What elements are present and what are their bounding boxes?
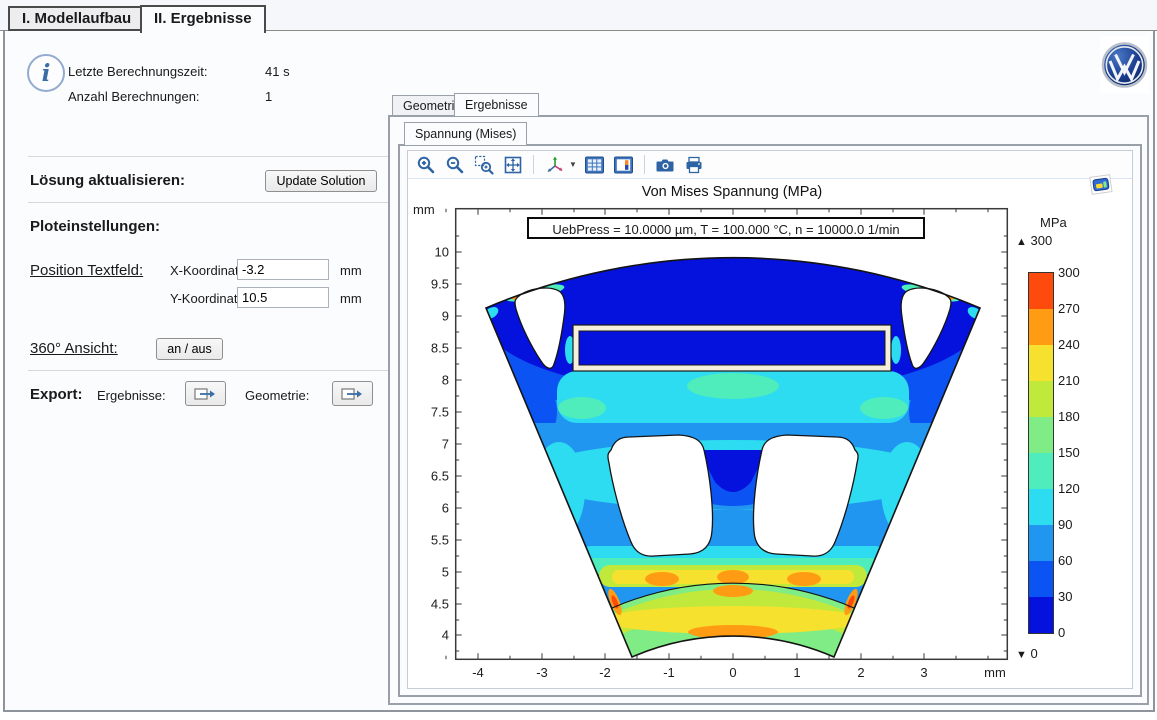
color-band xyxy=(1029,489,1053,525)
y-axis-unit: mm xyxy=(413,202,435,217)
triangle-up-icon: ▲ xyxy=(1016,236,1027,248)
zoom-out-icon[interactable] xyxy=(443,153,466,176)
export-geometry-label: Geometrie: xyxy=(245,388,309,403)
legend-tick: 210 xyxy=(1058,373,1080,388)
export-icon xyxy=(341,386,365,402)
export-results-label: Ergebnisse: xyxy=(97,388,166,403)
svg-text:4: 4 xyxy=(442,628,449,643)
legend-tick: 270 xyxy=(1058,301,1080,316)
legend-tick: 90 xyxy=(1058,517,1072,532)
svg-text:6.5: 6.5 xyxy=(431,469,449,484)
print-icon[interactable] xyxy=(683,153,706,176)
svg-text:7: 7 xyxy=(442,437,449,452)
svg-text:9.5: 9.5 xyxy=(431,277,449,292)
divider xyxy=(28,202,390,203)
vw-logo xyxy=(1100,36,1149,93)
calc-time-value: 41 s xyxy=(265,64,290,79)
zoom-extents-icon[interactable] xyxy=(501,153,524,176)
y-coordinate-input[interactable] xyxy=(237,287,329,308)
x-unit-label: mm xyxy=(340,263,362,278)
go-to-view-icon[interactable] xyxy=(543,153,566,176)
plot-settings-heading: Ploteinstellungen: xyxy=(30,218,160,235)
info-icon: i xyxy=(27,54,65,92)
legend-tick: 180 xyxy=(1058,409,1080,424)
calc-count-label: Anzahl Berechnungen: xyxy=(68,89,200,104)
zoom-box-icon[interactable] xyxy=(472,153,495,176)
svg-text:-2: -2 xyxy=(599,665,611,680)
legend-tick: 120 xyxy=(1058,481,1080,496)
toolbar-separator xyxy=(533,155,534,174)
application-window: I. Modellaufbau II. Ergebnisse i Letzte … xyxy=(0,0,1157,720)
color-band xyxy=(1029,561,1053,597)
legend-unit: MPa xyxy=(1040,215,1067,230)
color-band xyxy=(1029,345,1053,381)
calc-time-label: Letzte Berechnungszeit: xyxy=(68,64,207,79)
main-tab-strip: I. Modellaufbau II. Ergebnisse xyxy=(0,0,1157,31)
view-360-toggle-button[interactable]: an / aus xyxy=(156,338,223,360)
plot-annotation: UebPress = 10.0000 µm, T = 100.000 °C, n… xyxy=(527,217,925,239)
legend-tick: 300 xyxy=(1058,265,1080,280)
tab-ergebnisse-plot[interactable]: Ergebnisse xyxy=(454,93,539,116)
svg-text:3: 3 xyxy=(920,665,927,680)
color-band xyxy=(1029,453,1053,489)
color-band xyxy=(1029,381,1053,417)
triangle-down-icon: ▼ xyxy=(1016,649,1027,661)
svg-text:8.5: 8.5 xyxy=(431,341,449,356)
svg-text:9: 9 xyxy=(442,309,449,324)
legend-tick: 240 xyxy=(1058,337,1080,352)
export-geometry-button[interactable] xyxy=(332,381,373,406)
svg-text:1: 1 xyxy=(793,665,800,680)
color-band xyxy=(1029,525,1053,561)
svg-text:8: 8 xyxy=(442,373,449,388)
magnet-slot xyxy=(573,325,891,371)
legend-tick: 30 xyxy=(1058,589,1072,604)
x-axis-unit: mm xyxy=(984,665,1006,680)
zoom-in-icon[interactable] xyxy=(414,153,437,176)
export-icon xyxy=(194,386,218,402)
export-heading: Export: xyxy=(30,386,83,403)
plot-thumbnail-icon[interactable] xyxy=(1088,172,1114,203)
legend-tick: 60 xyxy=(1058,553,1072,568)
svg-text:-4: -4 xyxy=(472,665,484,680)
svg-text:2: 2 xyxy=(857,665,864,680)
position-textfield-label: Position Textfeld: xyxy=(30,262,143,279)
svg-text:0: 0 xyxy=(729,665,736,680)
view-360-label: 360° Ansicht: xyxy=(30,340,118,357)
tab-spannung-mises[interactable]: Spannung (Mises) xyxy=(404,122,527,145)
svg-text:-3: -3 xyxy=(536,665,548,680)
calc-count-value: 1 xyxy=(265,89,272,104)
legend-tick: 150 xyxy=(1058,445,1080,460)
toolbar-separator xyxy=(644,155,645,174)
color-legend-icon[interactable] xyxy=(612,153,635,176)
export-results-button[interactable] xyxy=(185,381,226,406)
svg-text:5.5: 5.5 xyxy=(431,533,449,548)
graphics-toolbar: ▼ xyxy=(408,151,1132,179)
tab-ergebnisse[interactable]: II. Ergebnisse xyxy=(140,5,266,33)
x-coordinate-input[interactable] xyxy=(237,259,329,280)
svg-text:10: 10 xyxy=(435,245,449,260)
color-band xyxy=(1029,273,1053,309)
y-unit-label: mm xyxy=(340,291,362,306)
tab-modellaufbau[interactable]: I. Modellaufbau xyxy=(8,6,145,31)
update-solution-button[interactable]: Update Solution xyxy=(265,170,377,192)
snapshot-icon[interactable] xyxy=(654,153,677,176)
color-band xyxy=(1029,597,1053,633)
update-solution-label: Lösung aktualisieren: xyxy=(30,172,185,189)
color-scale-bar xyxy=(1028,272,1054,634)
legend-tick: 0 xyxy=(1058,625,1065,640)
divider xyxy=(28,156,390,157)
legend-min: ▼ 0 xyxy=(1016,646,1038,661)
divider xyxy=(28,370,390,371)
legend-max: ▲ 300 xyxy=(1016,233,1052,248)
svg-text:7.5: 7.5 xyxy=(431,405,449,420)
svg-text:6: 6 xyxy=(442,501,449,516)
grid-icon[interactable] xyxy=(583,153,606,176)
view-dropdown-caret[interactable]: ▼ xyxy=(569,160,577,169)
svg-text:-1: -1 xyxy=(663,665,675,680)
svg-text:4.5: 4.5 xyxy=(431,597,449,612)
plot-title: Von Mises Spannung (MPa) xyxy=(642,184,823,200)
color-band xyxy=(1029,417,1053,453)
svg-text:5: 5 xyxy=(442,565,449,580)
color-band xyxy=(1029,309,1053,345)
